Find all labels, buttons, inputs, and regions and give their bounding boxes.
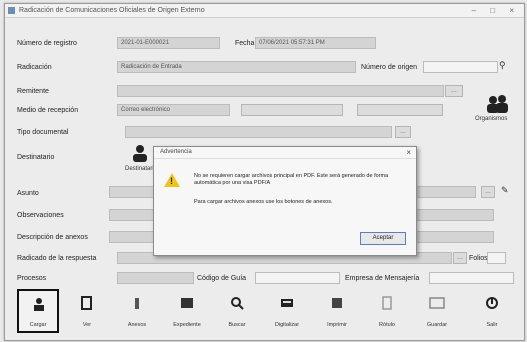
print-icon [332, 298, 342, 308]
radicacion-field[interactable]: Radicación de Entrada [117, 61, 356, 73]
window-title: Radicación de Comunicaciones Oficiales d… [19, 7, 205, 14]
cargar-button[interactable]: Cargar [17, 289, 59, 333]
radicado-referencia-label: Radicado de la respuesta [17, 255, 97, 262]
dialog-close-icon[interactable]: × [406, 147, 411, 158]
binoculars-icon[interactable]: ⚲ [499, 60, 506, 71]
folios-label: Folios [469, 255, 488, 262]
save-icon [429, 297, 445, 309]
toolbar-label: Salir [486, 322, 498, 328]
folios-field[interactable] [487, 252, 506, 264]
expediente-button[interactable]: Expediente [167, 289, 207, 331]
search-icon [231, 297, 244, 310]
numero-registro-field[interactable]: 2021-01-E000021 [117, 37, 220, 49]
toolbar-label: Guardar [426, 322, 448, 328]
imprimir-button[interactable]: Imprimir [317, 289, 357, 331]
title-bar: Radicación de Comunicaciones Oficiales d… [5, 4, 524, 18]
edit-icon[interactable]: ✎ [501, 185, 509, 196]
ver-button[interactable]: Ver [67, 289, 107, 331]
folder-icon [181, 298, 193, 308]
descripcion-anexos-label: Descripción de anexos [17, 234, 88, 241]
attachment-icon [135, 298, 139, 309]
toolbar-label: Expediente [173, 322, 201, 328]
toolbar-label: Cargar [29, 322, 47, 328]
toolbar-label: Anexos [127, 322, 147, 328]
fecha-field[interactable]: 07/06/2021 05:57:31 PM [255, 37, 376, 49]
app-icon [8, 7, 15, 14]
empresa-mensajeria-label: Empresa de Mensajería [345, 275, 420, 282]
asunto-label: Asunto [17, 190, 39, 197]
warning-dialog: Advertencia × No se requieren cargar arc… [153, 146, 417, 256]
codigo-guia-field[interactable] [255, 272, 340, 284]
view-document-icon [81, 296, 92, 310]
warning-icon [164, 173, 180, 187]
exit-icon [486, 297, 498, 309]
tipo-documental-label: Tipo documental [17, 129, 69, 136]
digitalizar-button[interactable]: Digitalizar [267, 289, 307, 331]
radicacion-label: Radicación [17, 64, 52, 71]
anexos-button[interactable]: Anexos [117, 289, 157, 331]
numero-registro-label: Número de registro [17, 40, 77, 47]
tipo-documental-field[interactable] [125, 126, 392, 138]
rotulo-button[interactable]: Rótulo [367, 289, 407, 331]
destinatario-label: Destinatario [17, 154, 55, 161]
tipo-documental-browse-button[interactable]: … [395, 126, 411, 138]
procesos-field[interactable] [117, 272, 194, 284]
remitente-label: Remitente [17, 88, 49, 95]
dialog-message-1: No se requieren cargar archivos principa… [194, 173, 389, 186]
destinatario-person-icon[interactable] [131, 144, 149, 162]
medio-extra-button[interactable] [241, 104, 343, 116]
buscar-button[interactable]: Buscar [217, 289, 257, 331]
remitente-field[interactable] [117, 85, 444, 97]
label-icon [382, 296, 392, 310]
accept-button[interactable]: Aceptar [360, 232, 406, 245]
upload-person-icon [34, 298, 44, 311]
toolbar-label: Buscar [228, 322, 246, 328]
organismos-caption: Organismos [475, 116, 508, 122]
toolbar-label: Digitalizar [274, 322, 300, 328]
asunto-browse-button[interactable]: … [481, 186, 495, 198]
toolbar-label: Rótulo [379, 322, 395, 328]
procesos-label: Procesos [17, 275, 47, 282]
radicado-browse-button[interactable]: … [453, 252, 467, 264]
guardar-button[interactable]: Guardar [417, 289, 457, 331]
numero-origen-label: Número de origen [361, 64, 418, 71]
window-controls[interactable]: – □ × [472, 4, 520, 17]
dialog-message-2: Para cargar archivos anexos use los boto… [194, 199, 333, 205]
codigo-guia-label: Código de Guía [197, 275, 247, 282]
medio-extra-button-2[interactable] [357, 104, 443, 116]
numero-origen-field[interactable] [423, 61, 498, 73]
organismos-icon[interactable] [485, 94, 509, 114]
dialog-title-bar: Advertencia × [154, 147, 416, 159]
remitente-browse-button[interactable]: … [445, 85, 463, 97]
toolbar-label: Ver [82, 322, 92, 328]
medio-recepcion-select[interactable]: Correo electrónico [117, 104, 230, 116]
observaciones-label: Observaciones [17, 212, 64, 219]
fecha-label: Fecha [235, 40, 255, 47]
toolbar-label: Imprimir [327, 322, 347, 328]
scanner-icon [281, 299, 293, 307]
main-window: Radicación de Comunicaciones Oficiales d… [4, 3, 525, 341]
medio-recepcion-label: Medio de recepción [17, 107, 79, 114]
salir-button[interactable]: Salir [472, 289, 512, 331]
bottom-toolbar: Cargar Ver Anexos Expediente Buscar Digi… [17, 289, 517, 333]
empresa-mensajeria-field[interactable] [429, 272, 514, 284]
dialog-title: Advertencia [160, 149, 192, 155]
